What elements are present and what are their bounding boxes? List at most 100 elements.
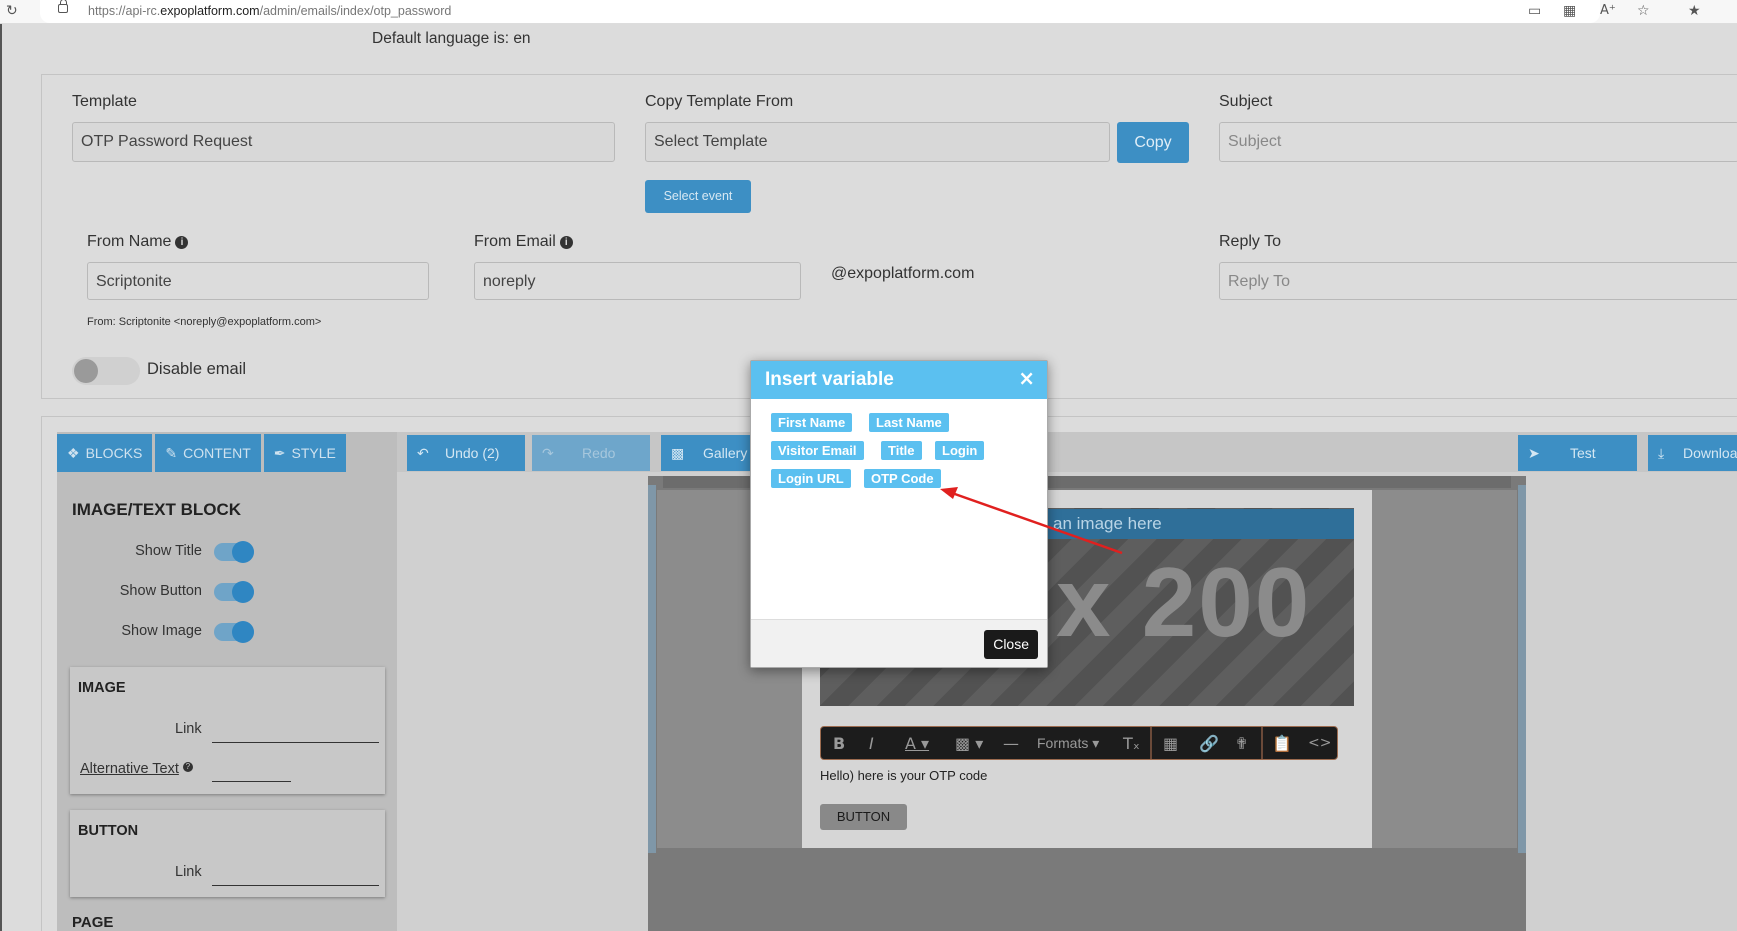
block-title: IMAGE/TEXT BLOCK [72, 500, 242, 519]
select-event-button[interactable]: Select event [645, 180, 751, 213]
show-image-label: Show Image [121, 623, 202, 639]
show-image-toggle[interactable] [214, 621, 254, 643]
send-icon: ➤ [1528, 445, 1540, 461]
image-card-heading: IMAGE [78, 680, 126, 696]
image-link-label: Link [175, 721, 202, 737]
show-button-label: Show Button [119, 583, 202, 599]
reply-to-label: Reply To [1219, 233, 1281, 250]
variable-login[interactable]: Login [935, 441, 985, 460]
image-icon: ▩ [671, 445, 685, 461]
link-icon[interactable]: 🔗 [1199, 734, 1219, 753]
tab-content[interactable]: ✎ CONTENT [155, 434, 261, 472]
variable-login-url[interactable]: Login URL [771, 469, 851, 488]
modal-footer: Close [751, 619, 1047, 667]
address-bar[interactable]: https://api-rc.expoplatform.com/admin/em… [40, 0, 1600, 23]
tab-blocks[interactable]: ❖ BLOCKS [57, 434, 153, 472]
undo-icon: ↶ [417, 445, 429, 461]
tab-style[interactable]: ✒ STYLE [263, 434, 346, 472]
insert-variable-modal: Insert variable × First Name Last Name V… [750, 360, 1048, 668]
template-field[interactable]: OTP Password Request [72, 122, 615, 162]
redo-button[interactable]: ↷ Redo [532, 435, 650, 471]
read-aloud-icon[interactable]: A⁺ [1600, 3, 1616, 18]
lock-icon [58, 0, 68, 13]
variable-otp-code[interactable]: OTP Code [864, 469, 941, 488]
formats-dropdown[interactable]: Formats ▾ [1037, 735, 1099, 752]
subject-input[interactable]: Subject [1219, 122, 1737, 162]
alt-text-label: Alternative Text? [80, 761, 193, 777]
image-settings-card: IMAGE Link Alternative Text? [70, 667, 385, 794]
modal-title: Insert variable [765, 369, 894, 390]
gallery-button[interactable]: ▩ Gallery [661, 435, 751, 471]
variable-first-name[interactable]: First Name [771, 413, 853, 432]
unlink-icon[interactable]: ✟ [1235, 734, 1248, 753]
block-selection-left [648, 485, 656, 853]
modal-header: Insert variable × [751, 361, 1047, 399]
rich-text-toolbar: B I A ▾ ▩ ▾ — Formats ▾ Tₓ ▦ 🔗 ✟ 📋 <> [820, 726, 1338, 760]
apps-icon[interactable]: ▦ [1563, 3, 1576, 19]
button-link-label: Link [175, 864, 202, 880]
italic-icon[interactable]: I [869, 734, 874, 753]
cubes-icon: ❖ [67, 445, 80, 461]
alt-text-input[interactable] [212, 781, 291, 782]
email-cta-button[interactable]: BUTTON [820, 804, 907, 830]
email-body-text[interactable]: Hello) here is your OTP code [820, 768, 987, 783]
disable-email-toggle[interactable] [72, 357, 140, 385]
default-language-text: Default language is: en [372, 30, 531, 47]
sidebar-tabs: ❖ BLOCKS ✎ CONTENT ✒ STYLE [57, 434, 346, 472]
favorite-add-icon[interactable]: ☆ [1637, 3, 1650, 19]
copy-button[interactable]: Copy [1117, 122, 1189, 163]
source-code-icon[interactable]: <> [1308, 735, 1331, 751]
undo-button[interactable]: ↶ Undo (2) [407, 435, 525, 471]
info-icon: i [559, 236, 573, 249]
show-title-toggle[interactable] [214, 541, 254, 563]
url-text[interactable]: https://api-rc.expoplatform.com/admin/em… [88, 4, 451, 18]
redo-icon: ↷ [542, 445, 554, 461]
from-email-input[interactable]: noreply [474, 262, 801, 300]
image-link-input[interactable] [212, 742, 379, 743]
close-button[interactable]: Close [984, 630, 1038, 659]
brush-icon: ✒ [273, 445, 286, 461]
from-preview-text: From: Scriptonite <noreply@expoplatform.… [87, 316, 322, 328]
block-selection-right [1518, 485, 1526, 853]
template-label: Template [72, 93, 137, 110]
pencil-icon: ✎ [165, 445, 178, 461]
toolbar-separator [1261, 727, 1263, 759]
disable-email-label: Disable email [147, 360, 247, 378]
variable-title[interactable]: Title [881, 441, 922, 460]
horizontal-rule-icon[interactable]: — [1003, 734, 1019, 753]
bold-icon[interactable]: B [833, 734, 845, 753]
info-icon: i [175, 236, 189, 249]
reload-icon[interactable]: ↻ [6, 3, 18, 19]
window-edge [0, 24, 2, 931]
table-icon[interactable]: ▦ [1163, 734, 1178, 753]
variable-visitor-email[interactable]: Visitor Email [771, 441, 864, 460]
text-color-icon[interactable]: A ▾ [905, 734, 929, 753]
page-heading: PAGE [72, 914, 114, 931]
copy-template-select[interactable]: Select Template [645, 122, 1110, 162]
from-email-label: From Email i [474, 233, 573, 251]
email-domain-text: @expoplatform.com [831, 265, 975, 282]
show-button-toggle[interactable] [214, 581, 254, 603]
show-title-label: Show Title [135, 543, 202, 559]
test-button[interactable]: ➤ Test [1518, 435, 1637, 471]
copy-template-label: Copy Template From [645, 93, 794, 110]
paste-icon[interactable]: 📋 [1272, 734, 1292, 753]
background-color-icon[interactable]: ▩ ▾ [955, 734, 983, 753]
download-icon: ⤓ [1658, 445, 1665, 461]
clear-formatting-icon[interactable]: Tₓ [1123, 734, 1140, 753]
button-link-input[interactable] [212, 885, 379, 886]
toolbar-separator [1150, 727, 1152, 759]
reply-to-input[interactable]: Reply To [1219, 262, 1737, 300]
from-name-input[interactable]: Scriptonite [87, 262, 429, 300]
button-settings-card: BUTTON Link [70, 810, 385, 897]
favorites-icon[interactable]: ★ [1688, 3, 1701, 19]
device-icon[interactable]: ▭ [1528, 3, 1541, 19]
browser-toolbar: ↻ https://api-rc.expoplatform.com/admin/… [0, 0, 1737, 24]
button-card-heading: BUTTON [78, 823, 139, 839]
download-button[interactable]: ⤓Download [1648, 435, 1737, 471]
close-icon[interactable]: × [1018, 366, 1035, 390]
variable-last-name[interactable]: Last Name [869, 413, 949, 432]
help-icon: ? [182, 762, 193, 772]
subject-label: Subject [1219, 93, 1273, 110]
from-name-label: From Name i [87, 233, 189, 251]
